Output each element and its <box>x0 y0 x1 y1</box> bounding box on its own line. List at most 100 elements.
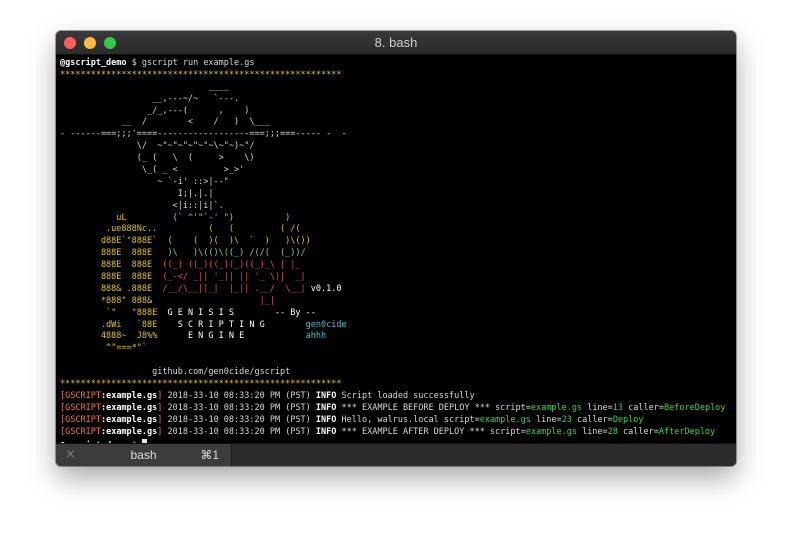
log-timestamp: 2018-33-10 08:33:20 PM (PST) <box>162 414 316 425</box>
ascii-art-segment: 888E 888E <box>60 248 168 259</box>
log-message: line= <box>582 402 613 413</box>
ascii-art-segment: ^"===*"` <box>60 343 147 354</box>
ascii-art-segment: `" "888E <box>60 307 168 318</box>
log-message: example.gs <box>479 414 531 425</box>
ascii-art-segment: .dWi `88E <box>60 319 178 330</box>
ascii-art-line: _/_,---( , ) <box>60 106 732 118</box>
log-timestamp: 2018-33-10 08:33:20 PM (PST) <box>162 390 316 401</box>
ascii-art-segment: E N G I N E <box>187 331 245 342</box>
log-line: [GSCRIPT:example.gs] 2018-33-10 08:33:20… <box>60 415 732 427</box>
log-timestamp: 2018-33-10 08:33:20 PM (PST) <box>162 402 316 413</box>
ascii-art-line: 888& .888E /__/\__||_| |_|| .__/ \__| v0… <box>60 284 732 296</box>
ascii-art-segment: __ / < / ) \___ <box>60 117 270 128</box>
ascii-art-line: 888E 888E )\ )\(()\((_) /(/( (_))/ <box>60 248 732 260</box>
project-url-line: github.com/gen0cide/gscript <box>60 367 732 379</box>
log-message: line= <box>530 414 562 425</box>
title-bar[interactable]: 8. bash <box>56 31 736 55</box>
ascii-art-line: *888" 888& |_| <box>60 296 732 308</box>
ascii-art-segment: _/_,---( , ) <box>60 105 250 116</box>
tab-shortcut: ⌘1 <box>200 448 219 462</box>
ascii-art-segment: *888" 888& <box>60 295 260 306</box>
terminal-window: 8. bash @gscript_demo $ gscript run exam… <box>56 31 736 466</box>
prompt-user: @gscript_demo <box>60 58 127 68</box>
ascii-art-line: - ------===;;;'====------------------===… <box>60 129 732 141</box>
log-message: Script loaded successfully <box>341 390 475 401</box>
ascii-art-segment: 888E 888E <box>60 272 163 283</box>
ascii-art-segment: |_| <box>259 295 275 306</box>
project-url: github.com/gen0cide/gscript <box>152 367 291 378</box>
ascii-art-segment: - ------===;;;'====------------------===… <box>60 129 347 140</box>
ascii-art-line: __ / < / ) \___ <box>60 117 732 129</box>
log-message: *** EXAMPLE BEFORE DEPLOY *** script= <box>341 402 531 413</box>
ascii-art-segment: \_( _ < >_>' <box>60 165 245 176</box>
ascii-art-line: 888E 888E ((_) ((_)((_)(_)((_)_\ | |_ <box>60 260 732 272</box>
log-message: example.gs <box>530 402 583 413</box>
log-message: line= <box>576 426 608 437</box>
ascii-art-segment: ____ <box>60 81 229 92</box>
ascii-art-segment: d88E`"888E` <box>60 236 168 247</box>
log-file: example.gs <box>106 390 158 401</box>
command-text: gscript run example.gs <box>141 58 255 68</box>
log-message: caller= <box>571 414 613 425</box>
log-timestamp: 2018-33-10 08:33:20 PM (PST) <box>162 426 316 437</box>
log-level: INFO <box>315 414 337 425</box>
tab-bash[interactable]: × bash ⌘1 <box>56 444 232 466</box>
log-message: 23 <box>561 414 572 425</box>
ascii-art-line: ^"===*"` <box>60 343 732 355</box>
ascii-banner: ____ __,---~/~ `---. _/_,---( , ) __ / <… <box>60 82 732 355</box>
ascii-art-line: ~ `-i' ::>|--" <box>60 177 732 189</box>
ascii-art-segment: uL (` ^'"`-' ") ) <box>60 212 291 223</box>
ascii-art-segment: (_-</ _|| '_|| || '_ \)| _| <box>162 272 306 283</box>
ascii-art-segment: I;|.|.| <box>60 188 214 199</box>
command-line: @gscript_demo $ gscript run example.gs <box>60 58 732 70</box>
ascii-art-segment: \/ ~"~"~"~"~"~\~"~)~"/ <box>60 141 255 152</box>
log-level: INFO <box>315 426 337 437</box>
log-tag: GSCRIPT <box>65 402 101 413</box>
ascii-art-segment: gen0cide <box>264 319 347 330</box>
separator-top: ****************************************… <box>60 69 342 80</box>
log-message: Hello, walrus.local script= <box>341 414 480 425</box>
log-message: caller= <box>623 402 664 413</box>
ascii-art-line: <|i::|i|`. <box>60 201 732 213</box>
log-message: caller= <box>617 426 659 437</box>
ascii-art-line: ____ <box>60 82 732 94</box>
log-file: example.gs <box>106 426 158 437</box>
ascii-art-line: __,---~/~ `---. <box>60 94 732 106</box>
ascii-art-line: \/ ~"~"~"~"~"~\~"~)~"/ <box>60 141 732 153</box>
log-message: BeforeDeploy <box>664 402 726 413</box>
ascii-art-segment: 888& .888E <box>60 283 163 294</box>
log-file: example.gs <box>106 414 158 425</box>
ascii-art-line: (_ ( \ ( > \) <box>60 153 732 165</box>
log-level: INFO <box>315 402 337 413</box>
ascii-art-segment: )\ )\(()\((_) /(/( (_))/ <box>167 248 306 259</box>
ascii-art-segment: ahhh <box>244 331 327 342</box>
terminal-output[interactable]: @gscript_demo $ gscript run example.gs *… <box>60 58 732 451</box>
ascii-art-line: `" "888E G E N I S I S -- By -- <box>60 308 732 320</box>
ascii-art-segment: (_ ( \ ( > \) <box>60 153 255 164</box>
ascii-art-line: .ue888Nc.. ( ( ( /( <box>60 224 732 236</box>
ascii-art-line: uL (` ^'"`-' ") ) <box>60 213 732 225</box>
log-message: 13 <box>612 402 624 413</box>
log-line: [GSCRIPT:example.gs] 2018-33-10 08:33:20… <box>60 427 732 439</box>
separator-bottom: ****************************************… <box>60 379 342 390</box>
log-message: AfterDeploy <box>658 426 716 437</box>
prompt-symbol: $ <box>131 58 137 68</box>
log-tag: GSCRIPT <box>65 390 101 401</box>
tab-bar: × bash ⌘1 <box>56 443 736 466</box>
ascii-art-segment: /__/\__||_| |_|| .__/ \__| <box>162 283 311 294</box>
ascii-art-segment: v0.1.0 <box>310 283 342 294</box>
ascii-art-segment: ~ `-i' ::>|--" <box>60 176 229 187</box>
ascii-art-line: d88E`"888E` ( ( )( )\ ` ) )\()) <box>60 236 732 248</box>
ascii-art-line: \_( _ < >_>' <box>60 165 732 177</box>
log-level: INFO <box>315 390 337 401</box>
log-tag: GSCRIPT <box>65 414 101 425</box>
ascii-art-line: I;|.|.| <box>60 189 732 201</box>
log-file: example.gs <box>106 402 158 413</box>
ascii-art-segment: <|i::|i|`. <box>60 200 224 211</box>
ascii-art-segment: 888E 888E <box>60 260 163 271</box>
log-message: 28 <box>607 426 618 437</box>
log-message: *** EXAMPLE AFTER DEPLOY *** script= <box>341 426 526 437</box>
ascii-art-segment: ( ( )( )\ ` ) )\()) <box>167 236 311 247</box>
